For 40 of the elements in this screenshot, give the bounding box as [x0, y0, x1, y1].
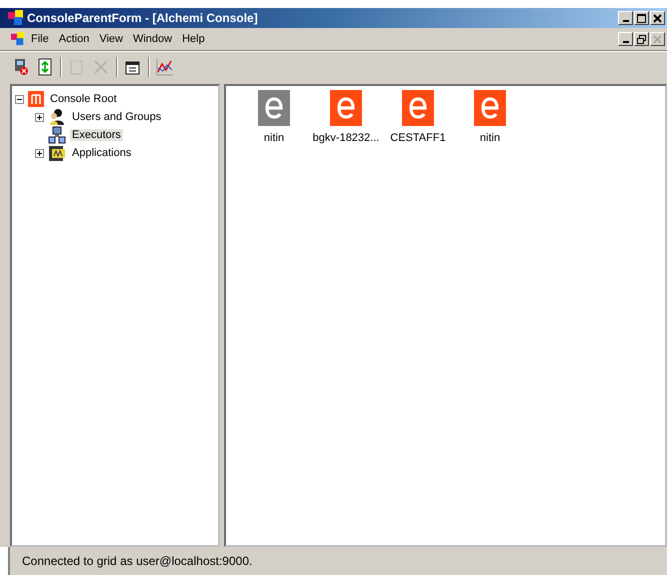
applications-icon	[48, 144, 66, 162]
tree-item[interactable]: Applications	[70, 147, 134, 159]
menu-item[interactable]: View	[95, 33, 127, 45]
close-icon	[653, 14, 662, 22]
menu-item[interactable]: Help	[178, 33, 209, 45]
executor-label: bgkv-18232...	[312, 132, 380, 144]
minimize-button[interactable]	[618, 11, 633, 25]
tree-item[interactable]: Console Root	[48, 93, 119, 105]
minimize-button[interactable]	[618, 32, 633, 46]
users-icon	[48, 108, 66, 126]
close-icon	[653, 34, 662, 44]
root-icon	[28, 91, 44, 107]
close-button[interactable]	[650, 11, 665, 25]
restore-button[interactable]	[634, 32, 649, 46]
menu-item[interactable]: Action	[54, 33, 94, 45]
status-text: Connected to grid as user@localhost:9000.	[22, 554, 252, 568]
maximize-button[interactable]	[634, 11, 649, 25]
executor-icon[interactable]	[474, 90, 506, 126]
tree-item[interactable]: Executors	[70, 129, 123, 141]
menu-item[interactable]: Window	[128, 33, 176, 45]
expand-toggle[interactable]	[35, 148, 44, 158]
executor-label: nitin	[480, 132, 500, 144]
restore-icon	[637, 34, 646, 44]
executor-icon[interactable]	[258, 90, 290, 126]
minimize-icon	[622, 41, 628, 43]
tree-item[interactable]: Users and Groups	[70, 111, 164, 123]
expand-toggle[interactable]	[35, 112, 44, 122]
collapse-toggle[interactable]	[15, 94, 24, 104]
app-icon	[8, 10, 24, 26]
executor-label: nitin	[264, 132, 284, 144]
window-title: ConsoleParentForm - [Alchemi Console]	[27, 11, 259, 25]
minimize-icon	[622, 20, 628, 22]
app-icon	[11, 32, 25, 46]
maximize-icon	[637, 14, 646, 22]
chart-icon[interactable]	[154, 56, 176, 78]
executor-icon[interactable]	[402, 90, 434, 126]
executor-icon[interactable]	[330, 90, 362, 126]
executor-label: CESTAFF1	[390, 132, 446, 144]
computer-icon	[48, 126, 66, 144]
menu-item[interactable]: File	[27, 33, 53, 45]
